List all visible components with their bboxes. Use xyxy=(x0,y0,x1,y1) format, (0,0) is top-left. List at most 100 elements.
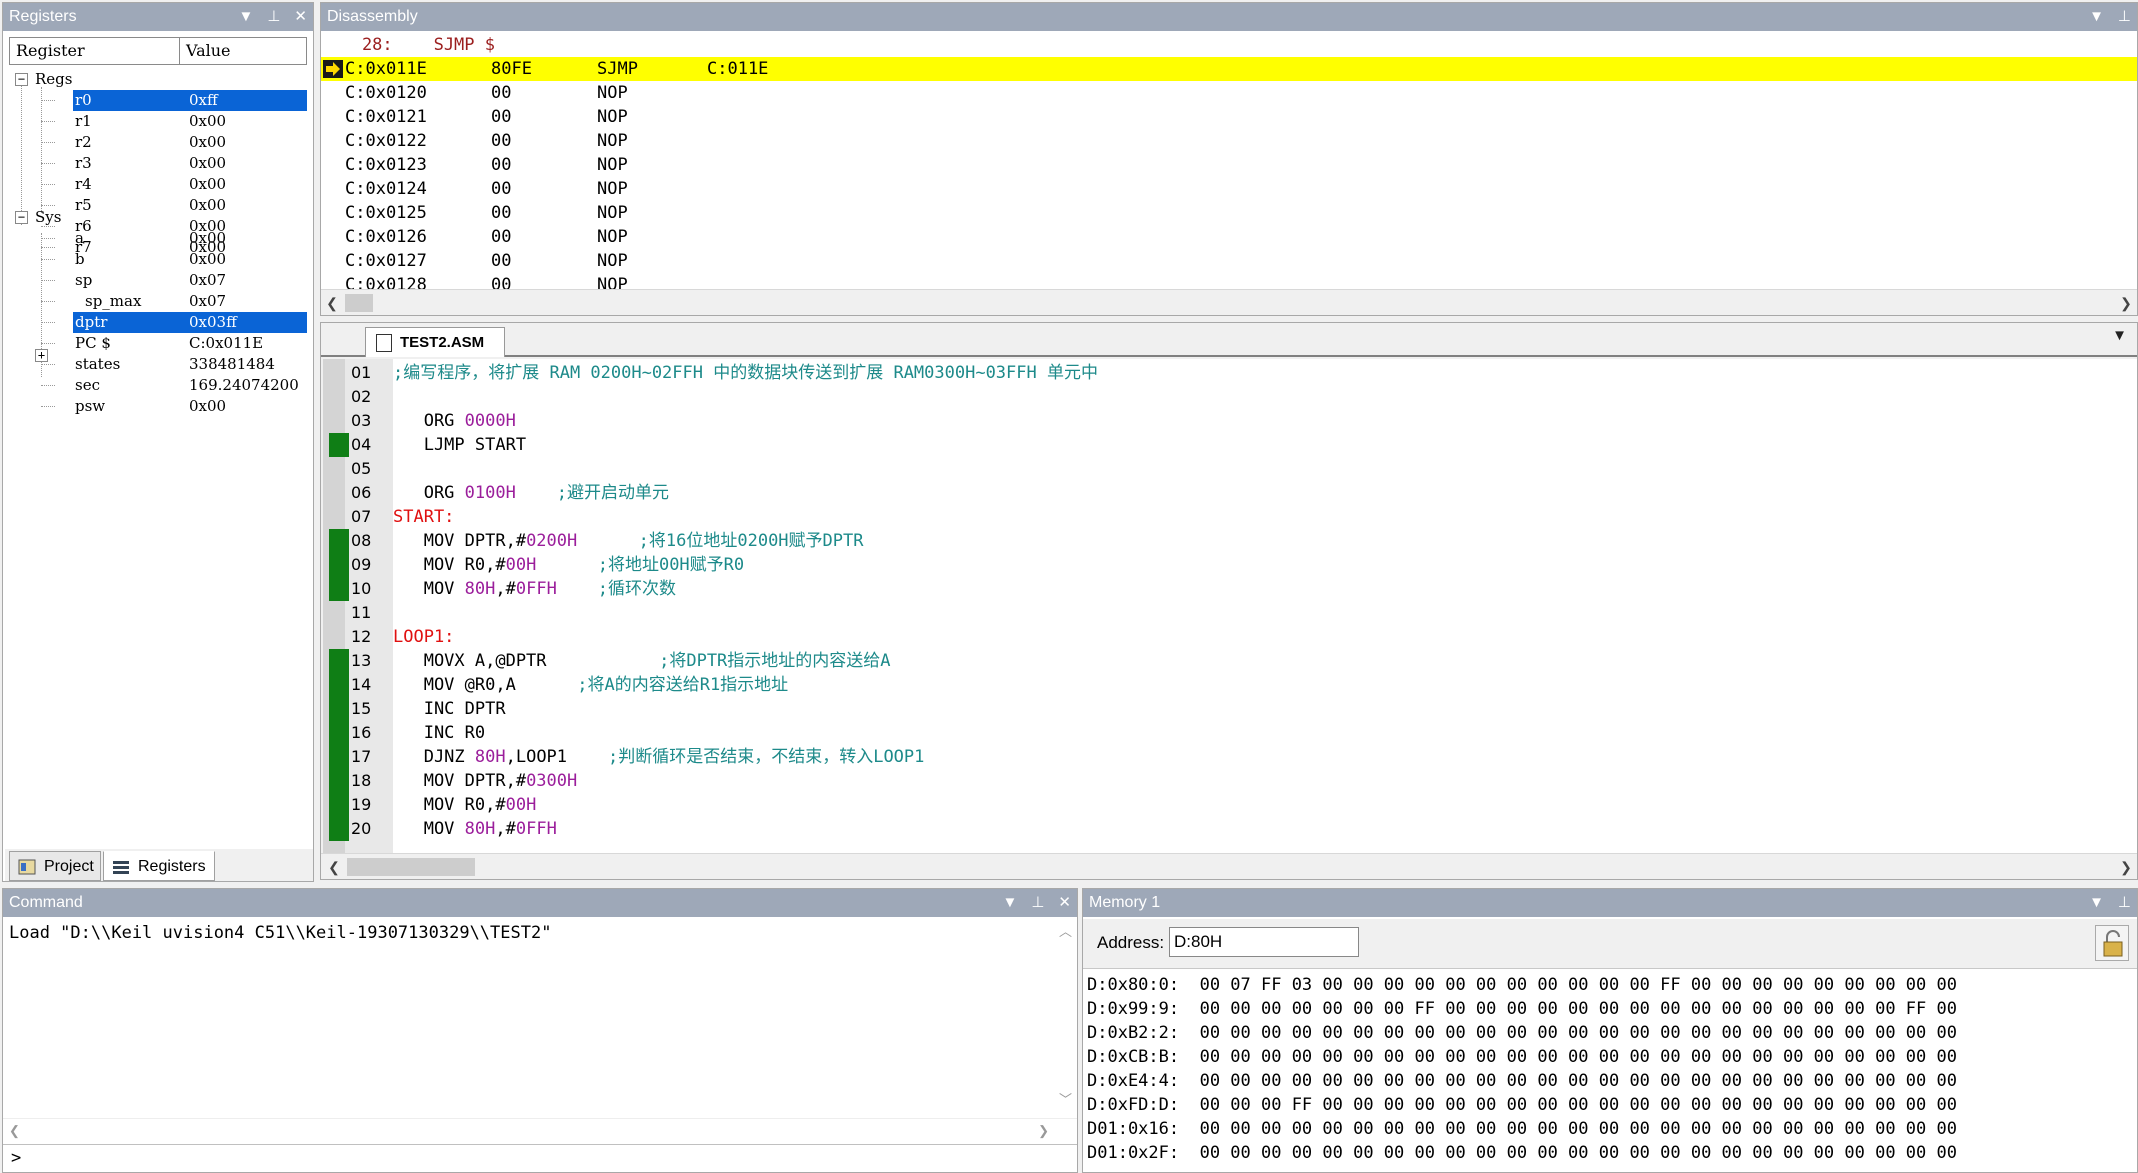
memory-dump[interactable]: D:0x80:0: 00 07 FF 03 00 00 00 00 00 00 … xyxy=(1083,971,2137,1172)
code-line[interactable]: 17 DJNZ 80H,LOOP1 ;判断循环是否结束，不结束，转入LOOP1 xyxy=(323,745,2137,769)
scroll-right-icon[interactable]: ❯ xyxy=(1038,1123,1049,1139)
scroll-right-icon[interactable]: ❯ xyxy=(2115,290,2137,315)
register-row[interactable]: r3 0x00 xyxy=(9,153,307,174)
register-row[interactable]: sp_max 0x07 xyxy=(9,291,307,312)
instruction-bytes: 00 xyxy=(491,251,512,271)
register-value: 0x00 xyxy=(189,397,227,415)
dropdown-icon[interactable]: ▼ xyxy=(2089,889,2104,917)
disassembly-row[interactable]: C:0x0127 00 NOP xyxy=(321,249,2137,273)
lock-icon[interactable] xyxy=(2095,925,2129,961)
code-line[interactable]: 01 ;编写程序，将扩展 RAM 0200H~02FFH 中的数据块传送到扩展 R… xyxy=(323,361,2137,385)
close-icon[interactable]: ✕ xyxy=(1058,889,1071,917)
disassembly-row[interactable]: C:0x0125 00 NOP xyxy=(321,201,2137,225)
register-row[interactable]: r5 0x00 xyxy=(9,195,307,216)
register-name: sp_max xyxy=(85,292,142,310)
memory-row[interactable]: D:0xCB:B: 00 00 00 00 00 00 00 00 00 00 … xyxy=(1087,1045,1957,1069)
code-line[interactable]: 09 MOV R0,#00H ;将地址00H赋予R0 xyxy=(323,553,2137,577)
code-editor[interactable]: 01 ;编写程序，将扩展 RAM 0200H~02FFH 中的数据块传送到扩展 R… xyxy=(323,359,2137,855)
tab-list-icon[interactable]: ▼ xyxy=(2112,327,2127,344)
pin-icon[interactable]: ⊥ xyxy=(1031,889,1044,917)
code-line[interactable]: 06 ORG 0100H ;避开启动单元 xyxy=(323,481,2137,505)
memory-row[interactable]: D:0xE4:4: 00 00 00 00 00 00 00 00 00 00 … xyxy=(1087,1069,1957,1093)
register-row[interactable]: dptr 0x03ff xyxy=(9,312,307,333)
scroll-left-icon[interactable]: ❮ xyxy=(323,854,345,879)
code-line[interactable]: 11 xyxy=(323,601,2137,625)
disassembly-row[interactable]: C:0x0123 00 NOP xyxy=(321,153,2137,177)
register-row[interactable]: r0 0xff xyxy=(9,90,307,111)
code-line[interactable]: 05 xyxy=(323,457,2137,481)
code-line[interactable]: 07 START: xyxy=(323,505,2137,529)
code-line[interactable]: 18 MOV DPTR,#0300H xyxy=(323,769,2137,793)
memory-row[interactable]: D:0xFD:D: 00 00 00 FF 00 00 00 00 00 00 … xyxy=(1087,1093,1957,1117)
value-column-header[interactable]: Value xyxy=(180,38,231,64)
command-hscrollbar[interactable]: ❮ ❯ xyxy=(3,1118,1077,1144)
scroll-thumb[interactable] xyxy=(345,294,373,312)
disassembly-row[interactable]: C:0x0120 00 NOP xyxy=(321,81,2137,105)
registers-column-header: Register Value xyxy=(9,37,307,65)
command-input[interactable]: > xyxy=(3,1144,1077,1172)
pin-icon[interactable]: ⊥ xyxy=(2118,3,2131,31)
close-icon[interactable]: ✕ xyxy=(294,3,307,31)
code-line[interactable]: 14 MOV @R0,A ;将A的内容送给R1指示地址 xyxy=(323,673,2137,697)
register-row[interactable]: a 0x00 xyxy=(9,228,307,249)
instruction-bytes: 00 xyxy=(491,131,512,151)
tab-registers[interactable]: Registers xyxy=(103,851,215,881)
register-row[interactable]: PC $ C:0x011E xyxy=(9,333,307,354)
code-line[interactable]: 10 MOV 80H,#0FFH ;循环次数 xyxy=(323,577,2137,601)
register-row[interactable]: states 338481484 xyxy=(9,354,307,375)
pin-icon[interactable]: ⊥ xyxy=(267,3,280,31)
code-text: MOVX A,@DPTR ;将DPTR指示地址的内容送给A xyxy=(393,651,891,671)
disassembly-row[interactable]: C:0x0128 00 NOP xyxy=(321,273,2137,289)
register-row[interactable]: r1 0x00 xyxy=(9,111,307,132)
scroll-right-icon[interactable]: ❯ xyxy=(2115,854,2137,879)
disassembly-row[interactable]: C:0x0126 00 NOP xyxy=(321,225,2137,249)
register-row[interactable]: r2 0x00 xyxy=(9,132,307,153)
scroll-left-icon[interactable]: ❮ xyxy=(9,1123,20,1139)
dropdown-icon[interactable]: ▼ xyxy=(238,3,253,31)
command-vscrollbar[interactable]: ︿ ﹀ xyxy=(1055,919,1077,1110)
tree-group-regs[interactable]: Regs xyxy=(35,69,72,90)
disassembly-listing[interactable]: 28: SJMP $ C:0x011E 80FE SJMP C:011E C:0x012… xyxy=(321,33,2137,289)
dropdown-icon[interactable]: ▼ xyxy=(1002,889,1017,917)
register-row[interactable]: b 0x00 xyxy=(9,249,307,270)
disassembly-row[interactable]: C:0x011E 80FE SJMP C:011E xyxy=(321,57,2137,81)
register-name: r3 xyxy=(75,154,92,172)
pin-icon[interactable]: ⊥ xyxy=(2118,889,2131,917)
scroll-left-icon[interactable]: ❮ xyxy=(321,290,343,315)
disassembly-row[interactable]: C:0x0121 00 NOP xyxy=(321,105,2137,129)
memory-row[interactable]: D:0x80:0: 00 07 FF 03 00 00 00 00 00 00 … xyxy=(1087,973,1957,997)
code-line[interactable]: 08 MOV DPTR,#0200H ;将16位地址0200H赋予DPTR xyxy=(323,529,2137,553)
code-line[interactable]: 04 LJMP START xyxy=(323,433,2137,457)
memory-row[interactable]: D:0x99:9: 00 00 00 00 00 00 00 FF 00 00 … xyxy=(1087,997,1957,1021)
dropdown-icon[interactable]: ▼ xyxy=(2089,3,2104,31)
code-line[interactable]: 12 LOOP1: xyxy=(323,625,2137,649)
tab-test2-asm[interactable]: TEST2.ASM xyxy=(365,327,505,357)
scroll-up-icon[interactable]: ︿ xyxy=(1059,921,1072,940)
tab-project[interactable]: Project xyxy=(9,851,101,881)
register-row[interactable]: psw 0x00 xyxy=(9,396,307,417)
register-column-header[interactable]: Register xyxy=(10,38,180,64)
address-input[interactable]: D:80H xyxy=(1169,927,1359,957)
code-line[interactable]: 16 INC R0 xyxy=(323,721,2137,745)
line-number: 19 xyxy=(351,795,372,814)
disassembly-hscrollbar[interactable]: ❮ ❯ xyxy=(321,289,2137,315)
disassembly-row[interactable]: C:0x0124 00 NOP xyxy=(321,177,2137,201)
register-row[interactable]: sec 169.24074200 xyxy=(9,375,307,396)
memory-row[interactable]: D01:0x2F: 00 00 00 00 00 00 00 00 00 00 … xyxy=(1087,1141,1957,1165)
scroll-thumb[interactable] xyxy=(347,858,475,876)
register-row[interactable]: sp 0x07 xyxy=(9,270,307,291)
code-line[interactable]: 13 MOVX A,@DPTR ;将DPTR指示地址的内容送给A xyxy=(323,649,2137,673)
register-row[interactable]: r4 0x00 xyxy=(9,174,307,195)
disassembly-row[interactable]: C:0x0122 00 NOP xyxy=(321,129,2137,153)
scroll-down-icon[interactable]: ﹀ xyxy=(1059,1089,1072,1108)
code-line[interactable]: 02 xyxy=(323,385,2137,409)
memory-row[interactable]: D:0xB2:2: 00 00 00 00 00 00 00 00 00 00 … xyxy=(1087,1021,1957,1045)
editor-hscrollbar[interactable]: ❮ ❯ xyxy=(321,853,2137,879)
code-line[interactable]: 20 MOV 80H,#0FFH xyxy=(323,817,2137,841)
project-icon xyxy=(18,859,36,875)
memory-row[interactable]: D01:0x16: 00 00 00 00 00 00 00 00 00 00 … xyxy=(1087,1117,1957,1141)
code-line[interactable]: 03 ORG 0000H xyxy=(323,409,2137,433)
code-line[interactable]: 19 MOV R0,#00H xyxy=(323,793,2137,817)
command-output-line: Load "D:\\Keil uvision4 C51\\Keil-193071… xyxy=(9,923,552,943)
code-line[interactable]: 15 INC DPTR xyxy=(323,697,2137,721)
